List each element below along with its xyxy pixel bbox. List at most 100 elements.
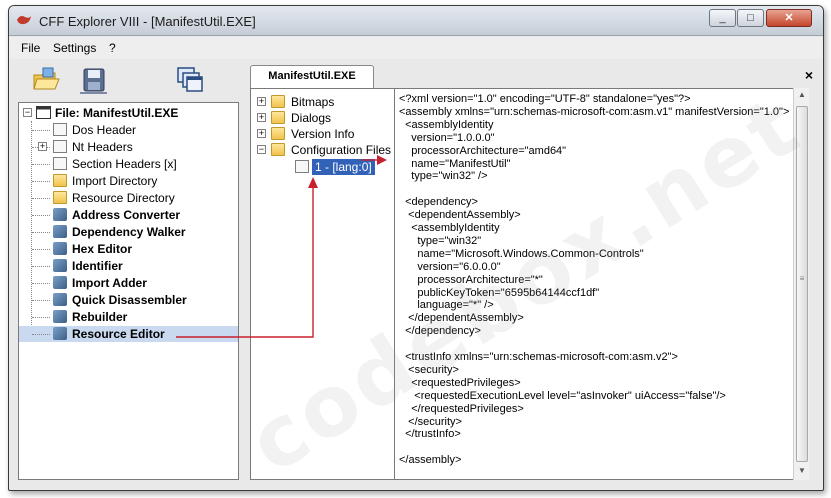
scroll-thumb[interactable]: ≡ — [796, 106, 808, 462]
tree-item-label: Identifier — [72, 259, 123, 273]
resource-node-label: Dialogs — [291, 111, 332, 125]
xml-line: </requestedPrivileges> — [399, 402, 524, 415]
resource-node-label: Configuration Files — [291, 143, 392, 157]
collapse-icon[interactable]: − — [23, 108, 32, 117]
tree-connector — [32, 181, 50, 182]
tree-item-label: Import Directory — [72, 174, 158, 188]
vertical-scrollbar[interactable]: ▲ ≡ ▼ — [793, 88, 809, 480]
page-icon — [53, 140, 67, 153]
xml-line: </dependentAssembly> — [399, 312, 524, 325]
tree-item-label: Section Headers [x] — [72, 157, 177, 171]
tree-item[interactable]: Resource Editor — [19, 326, 238, 342]
save-icon[interactable] — [79, 65, 109, 95]
xml-line: <requestedExecutionLevel level="asInvoke… — [399, 389, 726, 402]
tool-icon — [53, 310, 67, 323]
resource-tree[interactable]: + Bitmaps + Dialogs + Version Info − Configurat… — [250, 88, 395, 480]
tree-item[interactable]: Rebuilder — [19, 309, 238, 325]
app-window: CFF Explorer VIII - [ManifestUtil.EXE] _… — [8, 5, 824, 491]
xml-line: </assembly> — [399, 454, 462, 467]
resource-node[interactable]: + Version Info — [251, 126, 394, 142]
tool-icon — [53, 259, 67, 272]
tree-connector — [32, 215, 50, 216]
expand-icon[interactable]: + — [38, 142, 47, 151]
xml-line: language="*" /> — [399, 299, 494, 312]
tree-item[interactable]: Dependency Walker — [19, 224, 238, 240]
tree-connector — [32, 300, 50, 301]
xml-line: <security> — [399, 363, 459, 376]
tree-item-label: Dependency Walker — [72, 225, 186, 239]
xml-line: version="6.0.0.0" — [399, 260, 501, 273]
page-icon — [53, 157, 67, 170]
tab-strip: ManifestUtil.EXE × — [241, 59, 823, 88]
tree-connector — [32, 266, 50, 267]
window-title: CFF Explorer VIII - [ManifestUtil.EXE] — [39, 14, 256, 29]
resource-child[interactable]: 1 - [lang:0] — [251, 159, 394, 175]
folder-icon — [271, 127, 285, 140]
module-tree[interactable]: − File: ManifestUtil.EXE Dos Header + Nt H… — [18, 102, 239, 480]
tree-item[interactable]: Import Directory — [19, 173, 238, 189]
resource-node[interactable]: − Configuration Files — [251, 142, 394, 158]
open-folder-icon[interactable] — [31, 65, 61, 95]
resource-node[interactable]: + Dialogs — [251, 110, 394, 126]
xml-editor[interactable]: <?xml version="1.0" encoding="UTF-8" sta… — [395, 88, 808, 480]
tree-connector — [32, 334, 50, 335]
maximize-button[interactable]: □ — [737, 9, 764, 27]
resource-node-label: Bitmaps — [291, 95, 335, 109]
scroll-down-arrow-icon[interactable]: ▼ — [796, 466, 808, 478]
collapse-icon[interactable]: − — [257, 145, 266, 154]
xml-line: <assemblyIdentity — [399, 118, 494, 131]
title-bar[interactable]: CFF Explorer VIII - [ManifestUtil.EXE] _… — [9, 6, 823, 36]
xml-line: name="ManifestUtil" — [399, 157, 511, 170]
toolbar — [9, 59, 241, 101]
tree-item-label: Resource Editor — [72, 327, 165, 341]
tool-icon — [53, 276, 67, 289]
xml-line: processorArchitecture="*" — [399, 273, 543, 286]
tree-connector — [32, 198, 50, 199]
tree-item[interactable]: Hex Editor — [19, 241, 238, 257]
tab-manifestutil[interactable]: ManifestUtil.EXE — [250, 65, 374, 88]
xml-line: type="win32" /> — [399, 170, 488, 183]
tree-root[interactable]: − File: ManifestUtil.EXE — [19, 105, 238, 121]
menu-bar: File Settings ? — [9, 37, 823, 59]
tree-connector — [32, 130, 50, 131]
folder-icon — [271, 95, 285, 108]
tree-item[interactable]: Quick Disassembler — [19, 292, 238, 308]
windows-icon[interactable] — [175, 65, 205, 95]
tree-item[interactable]: Import Adder — [19, 275, 238, 291]
expand-icon[interactable]: + — [257, 97, 266, 106]
tree-connector — [32, 249, 50, 250]
menu-help[interactable]: ? — [109, 41, 116, 55]
tool-icon — [53, 208, 67, 221]
xml-line: <dependentAssembly> — [399, 209, 521, 222]
tree-connector — [32, 232, 50, 233]
folder-icon — [271, 111, 285, 124]
tree-root-label: File: ManifestUtil.EXE — [55, 106, 179, 120]
scroll-up-arrow-icon[interactable]: ▲ — [796, 90, 808, 102]
tab-close-button[interactable]: × — [805, 67, 813, 83]
xml-line: type="win32" — [399, 234, 482, 247]
tree-item[interactable]: Resource Directory — [19, 190, 238, 206]
tree-connector — [32, 283, 50, 284]
expand-icon[interactable]: + — [257, 129, 266, 138]
menu-settings[interactable]: Settings — [53, 41, 96, 55]
tree-item[interactable]: + Nt Headers — [19, 139, 238, 155]
tree-item[interactable]: Identifier — [19, 258, 238, 274]
tree-item[interactable]: Section Headers [x] — [19, 156, 238, 172]
menu-file[interactable]: File — [21, 41, 40, 55]
tree-item-label: Nt Headers — [72, 140, 133, 154]
grip-icon: ≡ — [799, 274, 805, 283]
manifest-file-icon — [295, 160, 309, 173]
minimize-button[interactable]: _ — [709, 9, 736, 27]
close-button[interactable]: ✕ — [766, 9, 812, 27]
resource-node[interactable]: + Bitmaps — [251, 94, 394, 110]
tree-item[interactable]: Address Converter — [19, 207, 238, 223]
tree-item-label: Quick Disassembler — [72, 293, 187, 307]
tree-item-label: Import Adder — [72, 276, 147, 290]
expand-icon[interactable]: + — [257, 113, 266, 122]
xml-line: </trustInfo> — [399, 428, 461, 441]
folder-icon — [53, 191, 67, 204]
xml-line: <assemblyIdentity — [399, 222, 500, 234]
app-icon — [17, 16, 31, 25]
tree-item[interactable]: Dos Header — [19, 122, 238, 138]
tree-item-label: Address Converter — [72, 208, 181, 222]
